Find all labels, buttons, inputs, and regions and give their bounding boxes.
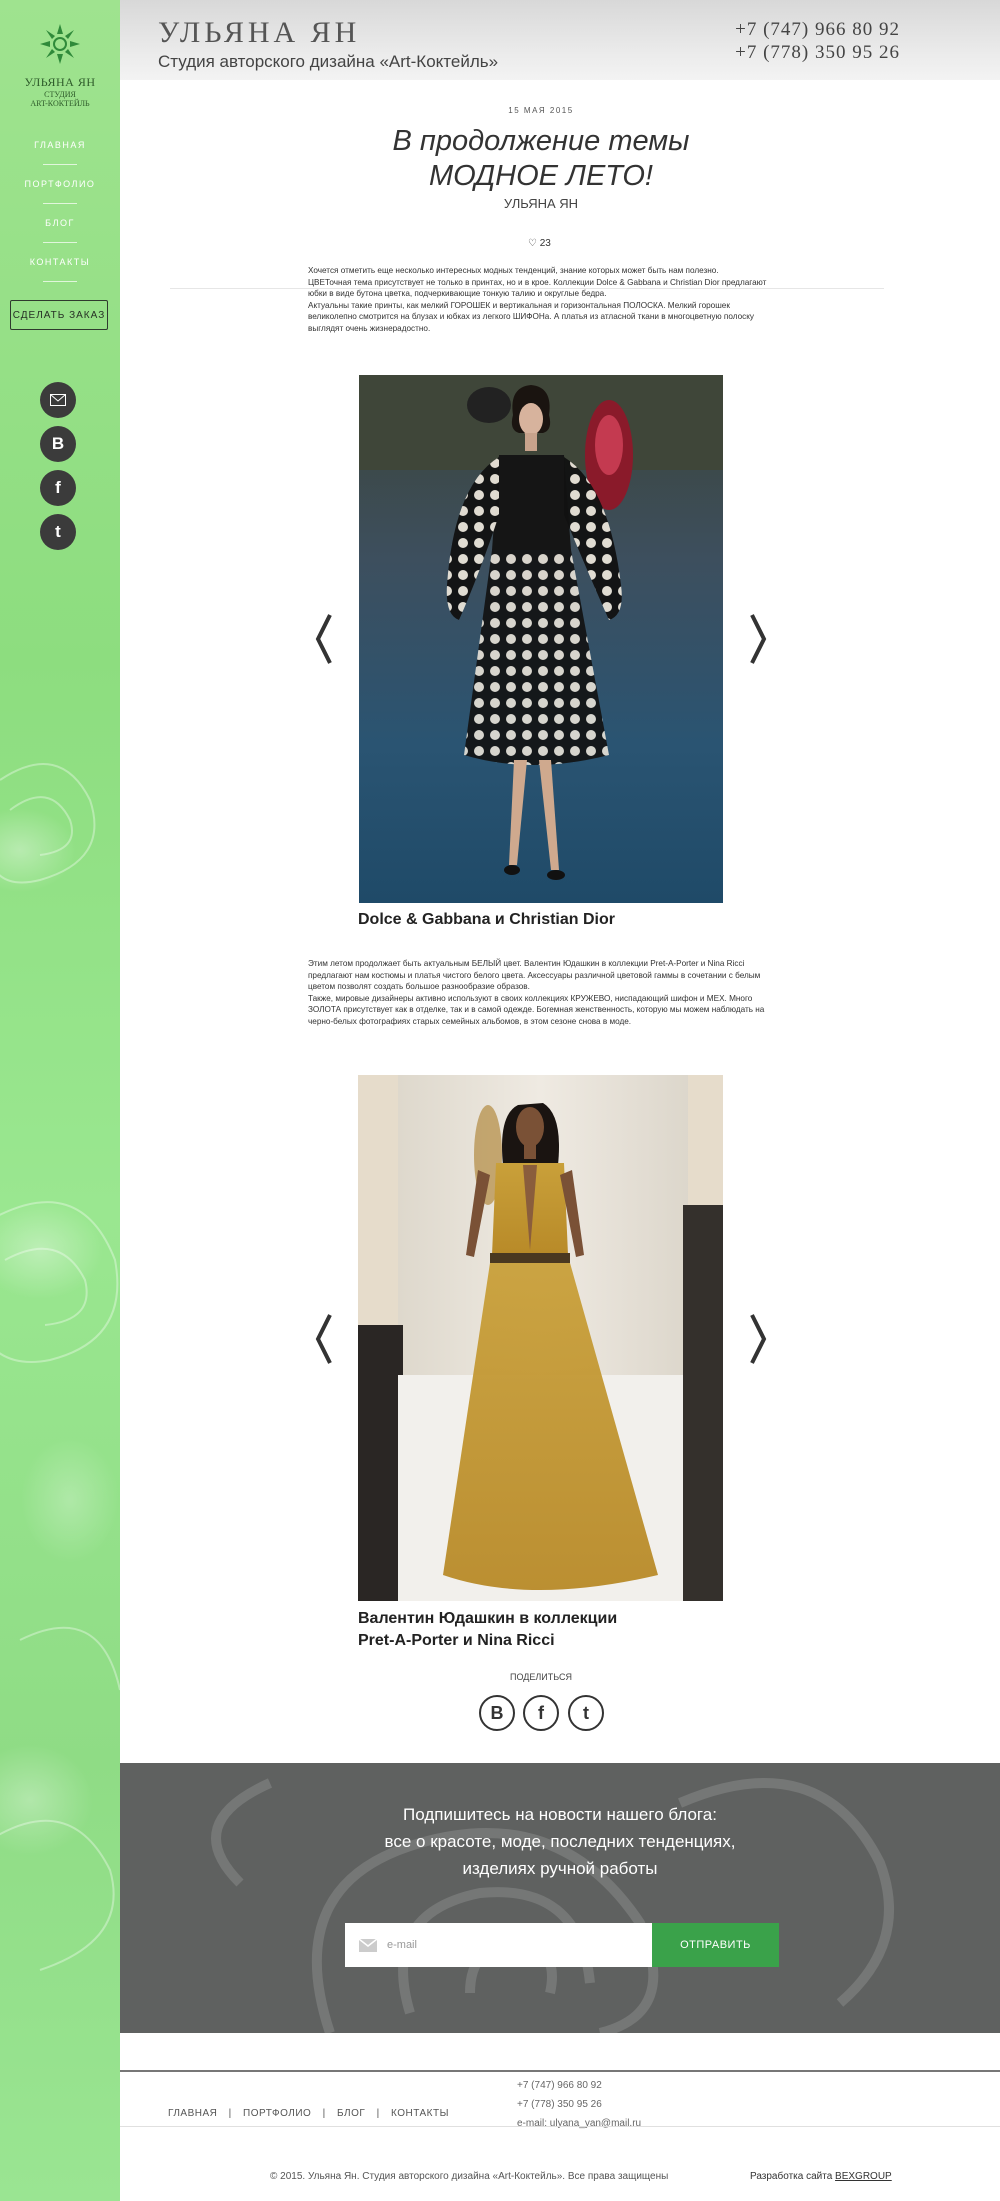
logo-sub-art: ART-КОКТЕЙЛЬ (30, 99, 90, 108)
logo-flower-icon (40, 24, 80, 64)
order-button[interactable]: СДЕЛАТЬ ЗАКАЗ (10, 300, 108, 330)
footer-nav: ГЛАВНАЯ | ПОРТФОЛИО | БЛОГ | КОНТАКТЫ (168, 2108, 457, 2119)
photo-dolce-gabbana[interactable] (359, 375, 723, 903)
logo-name: УЛЬЯНА ЯН (24, 75, 96, 89)
footer-divider-2 (120, 2126, 1000, 2127)
sidebar-item-contacts[interactable]: КОНТАКТЫ (0, 251, 120, 290)
slider-1-prev-arrow[interactable] (312, 611, 336, 667)
rose-background-decoration (0, 763, 120, 1971)
email-field[interactable]: e-mail (345, 1923, 652, 1967)
heart-icon[interactable]: ♡ (528, 238, 537, 249)
subscribe-line-3: изделиях ручной работы (462, 1859, 658, 1878)
post-date: 15 МАЯ 2015 (508, 106, 574, 115)
sidebar-item-home[interactable]: ГЛАВНАЯ (0, 134, 120, 173)
twitter-icon[interactable]: t (40, 514, 76, 550)
post-paragraph-2-line: Этим летом продолжает быть актуальным БЕ… (308, 959, 761, 991)
footer-separator: | (228, 2108, 232, 2119)
sidebar-item-portfolio[interactable]: ПОРТФОЛИО (0, 173, 120, 212)
footer-link-portfolio[interactable]: ПОРТФОЛИО (243, 2108, 311, 2119)
footer-email[interactable]: e-mail: ulyana_yan@mail.ru (517, 2114, 641, 2133)
post-author: УЛЬЯНА ЯН (503, 196, 579, 211)
footer-separator: | (376, 2108, 380, 2119)
developer-credit: Разработка сайта BEXGROUP (750, 2171, 892, 2182)
developer-prefix: Разработка сайта (750, 2171, 833, 2182)
logo[interactable]: УЛЬЯНА ЯН СТУДИЯ ART-КОКТЕЙЛЬ (0, 22, 120, 108)
mail-icon[interactable] (40, 382, 76, 418)
logo-sub-studio: СТУДИЯ (44, 90, 76, 99)
email-placeholder: e-mail (387, 1939, 417, 1951)
vk-icon[interactable]: В (40, 426, 76, 462)
header-name[interactable]: УЛЬЯНА ЯН (158, 16, 360, 50)
sidebar-item-blog[interactable]: БЛОГ (0, 212, 120, 251)
post-paragraph-2-line: Также, мировые дизайнеры активно использ… (308, 993, 765, 1026)
footer-separator: | (322, 2108, 326, 2119)
sidebar-socials: В f t (40, 382, 76, 558)
developer-link[interactable]: BEXGROUP (835, 2171, 892, 2182)
like-counter[interactable]: ♡ 23 (528, 238, 551, 249)
sidebar: УЛЬЯНА ЯН СТУДИЯ ART-КОКТЕЙЛЬ ГЛАВНАЯ ПО… (0, 0, 120, 2201)
share-label: ПОДЕЛИТЬСЯ (510, 1672, 572, 1682)
footer-link-home[interactable]: ГЛАВНАЯ (168, 2108, 217, 2119)
footer-divider (120, 2070, 1000, 2072)
footer-link-blog[interactable]: БЛОГ (337, 2108, 365, 2119)
header-phone-2[interactable]: +7 (778) 350 95 26 (735, 41, 900, 64)
post-title: В продолжение темы МОДНОЕ ЛЕТО! (120, 124, 962, 194)
footer-phone-2[interactable]: +7 (778) 350 95 26 (517, 2095, 641, 2114)
share-vk-icon[interactable]: В (479, 1695, 515, 1731)
post-title-line-1: В продолжение темы (392, 125, 690, 157)
slider-1-next-arrow[interactable] (746, 611, 770, 667)
slider-2-prev-arrow[interactable] (312, 1311, 336, 1367)
footer-link-contacts[interactable]: КОНТАКТЫ (391, 2108, 449, 2119)
header-phones: +7 (747) 966 80 92 +7 (778) 350 95 26 (735, 18, 900, 64)
copyright: © 2015. Ульяна Ян. Студия авторского диз… (270, 2171, 669, 2182)
photo-yudashkin[interactable] (358, 1075, 723, 1601)
subscribe-text: Подпишитесь на новости нашего блога: все… (120, 1801, 1000, 1882)
envelope-icon (359, 1938, 377, 1952)
share-facebook-icon[interactable]: f (523, 1695, 559, 1731)
post-paragraph-1: Хочется отметить еще несколько интересны… (308, 265, 770, 334)
share-twitter-icon[interactable]: t (568, 1695, 604, 1731)
photo-caption-2: Валентин Юдашкин в коллекции Pret-A-Port… (358, 1608, 617, 1652)
post-title-line-2: МОДНОЕ ЛЕТО! (429, 160, 653, 192)
post-paragraph-1-line: Хочется отметить еще несколько интересны… (308, 266, 719, 275)
header-subtitle: Студия авторского дизайна «Art-Коктейль» (158, 52, 499, 71)
post-paragraph-2: Этим летом продолжает быть актуальным БЕ… (308, 958, 770, 1027)
subscribe-button[interactable]: ОТПРАВИТЬ (652, 1923, 779, 1967)
slider-2-next-arrow[interactable] (746, 1311, 770, 1367)
like-count: 23 (539, 238, 551, 249)
subscribe-line-2: все о красоте, моде, последних тенденция… (384, 1832, 736, 1851)
photo-caption-1: Dolce & Gabbana и Christian Dior (358, 911, 615, 928)
subscribe-line-1: Подпишитесь на новости нашего блога: (403, 1805, 717, 1824)
header: УЛЬЯНА ЯН Студия авторского дизайна «Art… (120, 0, 1000, 80)
photo-caption-2-line-2: Pret-A-Porter и Nina Ricci (358, 1632, 555, 1649)
footer-contacts: +7 (747) 966 80 92 +7 (778) 350 95 26 e-… (517, 2076, 641, 2133)
post-paragraph-1-line: Актуальны такие принты, как мелкий ГОРОШ… (308, 300, 755, 333)
header-phone-1[interactable]: +7 (747) 966 80 92 (735, 18, 900, 41)
sidebar-nav: ГЛАВНАЯ ПОРТФОЛИО БЛОГ КОНТАКТЫ (0, 134, 120, 290)
footer-phone-1[interactable]: +7 (747) 966 80 92 (517, 2076, 641, 2095)
facebook-icon[interactable]: f (40, 470, 76, 506)
photo-caption-2-line-1: Валентин Юдашкин в коллекции (358, 1610, 618, 1627)
subscribe-section: Подпишитесь на новости нашего блога: все… (120, 1763, 1000, 2033)
post-paragraph-1-line: ЦВЕТочная тема присутствует не только в … (308, 277, 767, 299)
